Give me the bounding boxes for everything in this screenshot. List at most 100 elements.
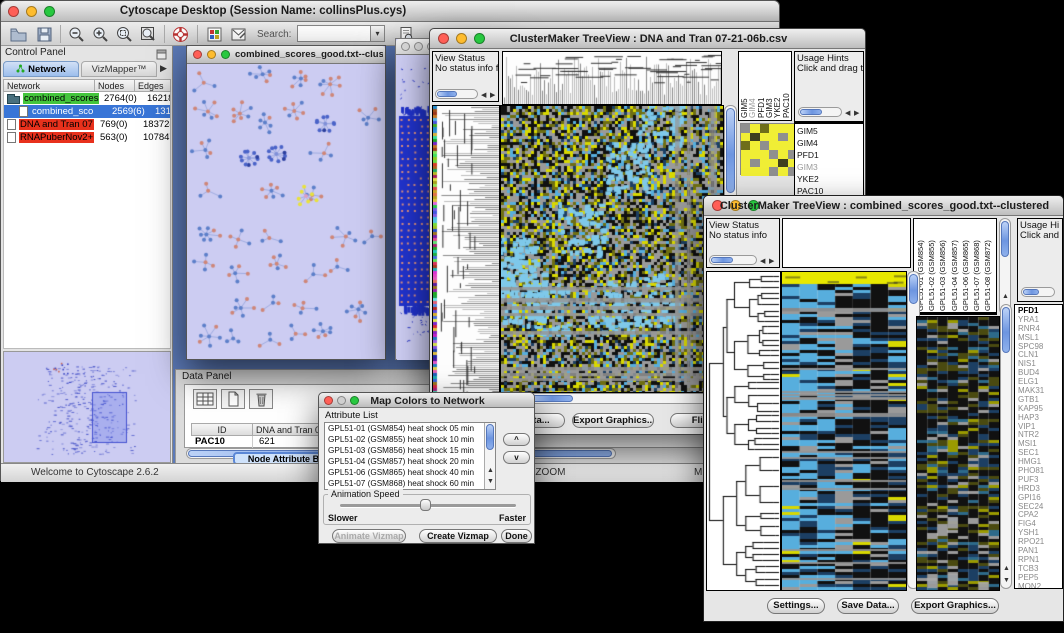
column-labels-vscrollbar[interactable]: ▲ ▼	[999, 218, 1011, 315]
matrix-cell[interactable]	[760, 141, 769, 150]
dialog-titlebar[interactable]: Map Colors to Network	[319, 393, 534, 408]
scroll-thumb[interactable]	[1002, 307, 1010, 353]
scroll-up-arrow[interactable]: ▲	[1003, 565, 1010, 572]
zoom-out-icon[interactable]	[67, 25, 86, 44]
network-list-row[interactable]: RNAPuberNov2+563(0)107847(0)	[4, 131, 170, 144]
scroll-thumb[interactable]	[711, 257, 733, 263]
network-list-row[interactable]: combined_scores2764(0)16218(0)	[4, 92, 170, 105]
column-header-edges[interactable]: Edges	[134, 79, 171, 92]
matrix-cell[interactable]	[750, 141, 759, 150]
matrix-cell[interactable]	[741, 159, 750, 168]
search-input[interactable]: ▾	[297, 25, 385, 42]
matrix-cell[interactable]	[760, 167, 769, 176]
matrix-cell[interactable]	[769, 167, 778, 176]
column-dendrogram-canvas[interactable]	[502, 51, 722, 105]
zoom-button[interactable]	[221, 50, 230, 59]
new-attribute-icon[interactable]	[221, 389, 245, 409]
scroll-left-arrow[interactable]: ◀	[760, 258, 765, 265]
scroll-up-arrow[interactable]: ▲	[487, 467, 494, 474]
move-down-button[interactable]: v	[503, 451, 530, 464]
network-canvas[interactable]	[188, 65, 384, 359]
matrix-cell[interactable]	[778, 159, 787, 168]
scroll-right-arrow[interactable]: ▶	[490, 92, 495, 99]
attribute-list-item[interactable]: GPL51-04 (GSM857) heat shock 20 min	[325, 456, 495, 467]
matrix-cell[interactable]	[769, 141, 778, 150]
list-vscrollbar[interactable]: ▲ ▼	[484, 423, 495, 489]
matrix-cell[interactable]	[778, 124, 787, 133]
zoom-in-icon[interactable]	[91, 25, 110, 44]
scroll-down-arrow[interactable]: ▼	[487, 478, 494, 485]
treeview-dna-titlebar[interactable]: ClusterMaker TreeView : DNA and Tran 07-…	[430, 29, 865, 49]
tab-network[interactable]: Network	[3, 61, 79, 77]
annotation-icon[interactable]	[229, 25, 248, 44]
save-icon[interactable]	[35, 25, 54, 44]
matrix-cell[interactable]	[741, 141, 750, 150]
attribute-listbox[interactable]: ▲ ▼ GPL51-01 (GSM854) heat shock 05 minG…	[324, 422, 496, 490]
data-column-id[interactable]: ID	[191, 423, 253, 436]
help-ring-icon[interactable]	[171, 25, 190, 44]
matrix-cell[interactable]	[741, 124, 750, 133]
zoom-selected-icon[interactable]	[115, 25, 134, 44]
usage-hints-hscrollbar[interactable]	[798, 107, 842, 117]
search-dropdown-button[interactable]: ▾	[370, 26, 384, 41]
matrix-cell[interactable]	[750, 150, 759, 159]
matrix-cell[interactable]	[750, 159, 759, 168]
scroll-thumb[interactable]	[1001, 221, 1009, 257]
network-list-row[interactable]: combined_sco2569(6)13112(15)	[4, 105, 170, 118]
heatmap-canvas[interactable]	[500, 105, 724, 393]
export-graphics-button[interactable]: Export Graphics...	[911, 598, 999, 614]
attribute-list-item[interactable]: GPL51-07 (GSM868) heat shock 60 min	[325, 478, 495, 489]
tab-vizmapper[interactable]: VizMapper™	[81, 61, 157, 77]
delete-attribute-icon[interactable]	[249, 389, 273, 409]
usage-hints-hscrollbar[interactable]	[1021, 287, 1055, 297]
row-dendrogram-canvas[interactable]	[706, 271, 781, 591]
attribute-list-item[interactable]: GPL51-06 (GSM865) heat shock 40 min	[325, 467, 495, 478]
matrix-cell[interactable]	[750, 133, 759, 142]
matrix-cell[interactable]	[741, 133, 750, 142]
matrix-cell[interactable]	[769, 150, 778, 159]
done-button[interactable]: Done	[501, 529, 532, 543]
move-up-button[interactable]: ^	[503, 433, 530, 446]
close-button[interactable]	[401, 42, 410, 51]
tab-overflow-button[interactable]: ▶	[160, 63, 167, 74]
matrix-cell[interactable]	[778, 141, 787, 150]
scroll-right-arrow[interactable]: ▶	[854, 110, 859, 117]
scroll-left-arrow[interactable]: ◀	[481, 92, 486, 99]
vizmap-grid-icon[interactable]	[205, 25, 224, 44]
cluster-correlation-matrix[interactable]	[740, 123, 796, 175]
export-graphics-button[interactable]: Export Graphics...	[572, 413, 654, 428]
matrix-cell[interactable]	[760, 159, 769, 168]
matrix-cell[interactable]	[760, 124, 769, 133]
row-dendrogram-canvas[interactable]	[432, 105, 500, 393]
zoom-fit-icon[interactable]	[139, 25, 158, 44]
main-titlebar[interactable]: Cytoscape Desktop (Session Name: collins…	[1, 1, 779, 22]
open-folder-icon[interactable]	[9, 25, 28, 44]
scroll-right-arrow[interactable]: ▶	[769, 258, 774, 265]
matrix-cell[interactable]	[760, 150, 769, 159]
network-overview-canvas[interactable]	[4, 352, 170, 462]
slider-thumb[interactable]	[420, 499, 431, 511]
secondary-heatmap-canvas[interactable]	[916, 316, 1000, 591]
column-dendrogram-area[interactable]	[782, 218, 911, 268]
column-header-network[interactable]: Network	[3, 79, 95, 92]
attribute-list-item[interactable]: GPL51-03 (GSM856) heat shock 15 min	[325, 445, 495, 456]
scroll-left-arrow[interactable]: ◀	[845, 110, 850, 117]
treeview-combined-titlebar[interactable]: ClusterMaker TreeView : combined_scores_…	[704, 196, 1063, 216]
scroll-thumb[interactable]	[486, 424, 494, 450]
scroll-thumb[interactable]	[437, 91, 457, 97]
attribute-table-icon[interactable]	[193, 389, 217, 409]
attribute-list-item[interactable]: GPL51-01 (GSM854) heat shock 05 min	[325, 423, 495, 434]
view-status-hscrollbar[interactable]	[435, 89, 478, 99]
heatmap-canvas[interactable]	[781, 271, 907, 591]
matrix-cell[interactable]	[741, 150, 750, 159]
attribute-list-item[interactable]: GPL51-02 (GSM855) heat shock 10 min	[325, 434, 495, 445]
matrix-cell[interactable]	[750, 124, 759, 133]
matrix-cell[interactable]	[778, 133, 787, 142]
scroll-thumb[interactable]	[1023, 289, 1039, 295]
gene-list-vscrollbar[interactable]: ▲ ▼	[1000, 304, 1012, 589]
create-vizmap-button[interactable]: Create Vizmap	[419, 529, 497, 543]
view-status-hscrollbar[interactable]	[709, 255, 757, 265]
matrix-cell[interactable]	[760, 133, 769, 142]
scroll-thumb[interactable]	[909, 274, 918, 304]
minimize-button[interactable]	[207, 50, 216, 59]
